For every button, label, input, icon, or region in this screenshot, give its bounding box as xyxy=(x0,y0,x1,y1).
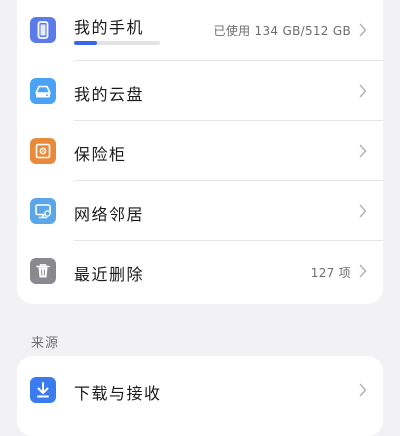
storage-usage-fill xyxy=(74,41,97,45)
chevron-right-icon xyxy=(359,264,367,278)
storage-item-label: 网络邻居 xyxy=(74,201,144,225)
sources-card: 下载与接收 xyxy=(17,356,383,436)
section-title-sources: 来源 xyxy=(31,332,59,351)
cloud-drive-icon xyxy=(30,78,56,104)
storage-item-recently-deleted[interactable]: 最近删除 127 项 xyxy=(17,241,383,301)
source-item-label: 下载与接收 xyxy=(74,380,162,404)
storage-card: 我的手机 已使用 134 GB/512 GB 我的云盘 xyxy=(17,0,383,304)
source-item-downloads[interactable]: 下载与接收 xyxy=(17,360,383,420)
storage-item-label: 我的手机 xyxy=(74,14,144,38)
storage-item-label: 最近删除 xyxy=(74,261,144,285)
network-neighbor-icon xyxy=(30,198,56,224)
storage-item-label: 我的云盘 xyxy=(74,81,144,105)
storage-item-my-cloud-drive[interactable]: 我的云盘 xyxy=(17,61,383,121)
chevron-right-icon xyxy=(359,383,367,397)
storage-item-network-neighbor[interactable]: 网络邻居 xyxy=(17,181,383,241)
phone-icon xyxy=(30,17,56,43)
trash-icon xyxy=(30,258,56,284)
safe-icon xyxy=(30,138,56,164)
chevron-right-icon xyxy=(359,204,367,218)
storage-item-my-phone[interactable]: 我的手机 已使用 134 GB/512 GB xyxy=(17,0,383,60)
chevron-right-icon xyxy=(359,84,367,98)
storage-item-safe[interactable]: 保险柜 xyxy=(17,121,383,181)
chevron-right-icon xyxy=(359,23,367,37)
deleted-count: 127 项 xyxy=(311,264,351,281)
storage-usage-bar xyxy=(74,41,160,45)
storage-item-label: 保险柜 xyxy=(74,141,127,165)
download-icon xyxy=(30,377,56,403)
chevron-right-icon xyxy=(359,144,367,158)
storage-usage-text: 已使用 134 GB/512 GB xyxy=(214,22,351,39)
